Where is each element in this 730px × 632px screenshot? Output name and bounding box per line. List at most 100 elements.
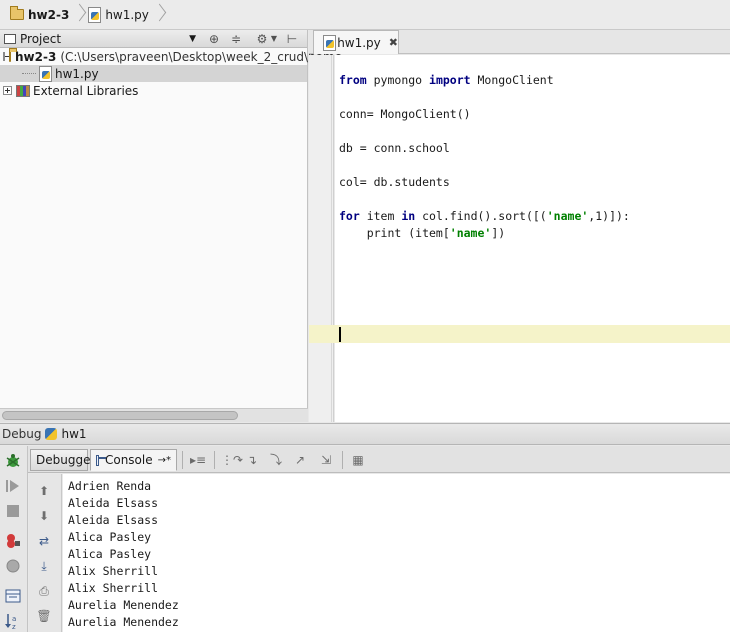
up-arrow-icon[interactable]: ⬆ [36,483,52,499]
editor-tab-hw1[interactable]: hw1.py ✖ [313,30,399,54]
console-line: Alica Pasley [68,530,152,544]
rerun-debug-icon[interactable] [4,452,22,470]
code-editor[interactable]: from pymongo import MongoClient conn= Mon… [335,55,730,422]
editor-tab-label: hw1.py [337,35,381,50]
stop-icon[interactable] [4,502,22,520]
debug-window-label: Debug [2,427,42,441]
console-line: Alica Pasley [68,547,152,561]
run-config-label: hw1 [61,427,87,441]
tab-label: Console [104,453,153,467]
run-to-cursor-icon[interactable]: ⇲ [318,452,334,468]
text-caret [339,327,341,342]
expand-icon[interactable] [3,86,12,95]
tree-item-project-root[interactable]: hw2-3 (C:\Users\praveen\Desktop\week_2_c… [0,48,342,65]
gutter-margin-line [309,55,334,422]
svg-text:a: a [12,615,16,623]
evaluate-expression-icon[interactable]: ▦ [350,452,366,468]
console-toolbar: ⬆ ⬇ ⇄ ⤓ ⎙ 🗑 [29,474,62,632]
code-line: for item in col.find().sort([('name',1)]… [339,209,630,223]
folder-icon [10,6,24,20]
code-string: 'name' [449,226,492,240]
current-line-highlight [309,325,730,343]
breadcrumb-separator [73,4,83,26]
step-over-icon[interactable]: ⋮↷ [221,452,243,468]
tree-item-label: hw1.py [55,66,99,81]
close-icon[interactable]: ✖ [389,36,398,49]
tab-debugger[interactable]: Debugger [30,449,95,471]
print-icon[interactable]: ⎙ [36,583,52,599]
view-breakpoints-icon[interactable] [4,532,22,550]
show-execution-point-icon[interactable]: ▸≡ [190,452,206,468]
code-line: from pymongo import MongoClient [339,73,554,87]
mute-breakpoints-icon[interactable] [4,557,22,575]
tree-connector [22,73,36,74]
code-text: col= db.students [339,175,450,189]
tab-label: Debugger [36,453,96,467]
sort-alphabetically-icon[interactable]: az [4,612,22,631]
code-line: col= db.students [339,175,450,189]
chevron-down-icon[interactable]: ▼ [270,31,278,47]
code-text: db = conn.school [339,141,450,155]
down-arrow-icon[interactable]: ⬇ [36,508,52,524]
python-file-icon [38,66,52,82]
resume-icon[interactable] [4,477,22,495]
chevron-down-icon: ▼ [189,33,196,44]
soft-wrap-icon[interactable]: ⇄ [36,533,52,549]
scrollbar-thumb[interactable] [2,411,238,420]
breadcrumb-project[interactable]: hw2-3 [6,4,73,26]
step-into-icon[interactable]: ↴ [244,452,260,468]
collapse-all-icon[interactable]: ≑ [228,31,244,47]
layout-settings-icon[interactable] [4,587,22,605]
breadcrumb-file-label: hw1.py [105,7,149,22]
python-file-icon [87,7,102,23]
project-panel: Project ▼ ⊕ ≑ ⚙ ▼ ⊢ hw2-3 (C:\Users\prav… [0,30,342,422]
tab-pin-icon: →* [157,454,171,466]
scroll-from-source-icon[interactable]: ⊕ [206,31,222,47]
force-step-into-icon[interactable]: ⤵ [268,452,284,468]
code-text: ,1)]): [588,209,630,223]
svg-text:z: z [12,623,16,630]
code-text: conn= MongoClient() [339,107,471,121]
tree-item-label: hw2-3 [15,49,57,64]
code-text: col.find().sort([( [415,209,547,223]
breadcrumb-file[interactable]: hw1.py [83,4,153,26]
debug-run-config[interactable]: hw1 [45,427,87,441]
python-file-icon [322,35,337,51]
code-keyword: in [401,209,416,223]
toolbar-separator [182,451,183,469]
trash-icon[interactable]: 🗑 [36,608,52,624]
step-out-icon[interactable]: ↗ [292,452,308,468]
tab-console[interactable]: Console →* [90,449,177,471]
console-line: Adrien Renda [68,479,152,493]
code-keyword: import [429,73,471,87]
code-line: db = conn.school [339,141,450,155]
console-line: Aleida Elsass [68,513,159,527]
code-text: print (item[ [339,226,450,240]
console-line: Aleida Elsass [68,496,159,510]
console-icon [96,454,106,466]
gear-icon[interactable]: ⚙ [254,31,270,47]
console-line: Aurelia Menendez [68,615,179,629]
console-line: Alix Sherrill [68,564,159,578]
editor-tab-bar: hw1.py ✖ [309,30,730,54]
horizontal-scrollbar[interactable] [0,408,308,422]
breadcrumb-separator [153,4,163,26]
code-line: conn= MongoClient() [339,107,471,121]
console-output[interactable]: Adrien Renda Aleida Elsass Aleida Elsass Al… [63,474,730,632]
tree-item-file[interactable]: hw1.py [0,65,307,82]
tree-item-external-libraries[interactable]: External Libraries [0,82,307,99]
project-panel-header: Project ▼ ⊕ ≑ ⚙ ▼ ⊢ [0,30,307,48]
code-text: ]) [491,226,506,240]
console-line: Aurelia Menendez [68,598,179,612]
project-view-dropdown[interactable]: Project ▼ [4,32,200,46]
scroll-to-end-icon[interactable]: ⤓ [36,558,52,574]
hide-panel-icon[interactable]: ⊢ [284,31,300,47]
debug-left-toolbar: az [0,446,28,632]
collapse-icon[interactable] [3,52,10,61]
code-keyword: from [339,73,367,87]
toolbar-separator [214,451,215,469]
code-text: pymongo [366,73,430,87]
debug-tab-strip: Debugger Console →* ▸≡ ⋮↷ ↴ ⤵ ↗ ⇲ ▦ [28,446,730,473]
toolbar-separator [342,451,343,469]
debug-tool-window-header: Debug hw1 [0,423,730,445]
